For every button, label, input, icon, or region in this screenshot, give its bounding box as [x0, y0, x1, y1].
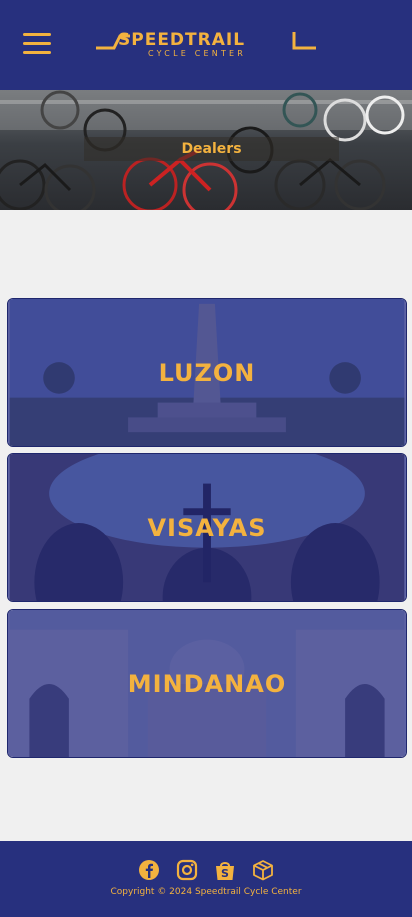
region-label-luzon: LUZON — [158, 358, 256, 387]
region-card-mindanao[interactable]: MINDANAO — [7, 609, 407, 758]
logo-tagline-text: CYCLE CENTER — [148, 49, 246, 58]
region-card-luzon[interactable]: LUZON — [7, 298, 407, 447]
shopee-icon[interactable]: S — [213, 858, 237, 882]
box-icon[interactable] — [251, 858, 275, 882]
speedtrail-logo[interactable]: SPEEDTRAIL CYCLE CENTER — [94, 28, 318, 58]
instagram-icon[interactable] — [175, 858, 199, 882]
facebook-icon[interactable] — [137, 858, 161, 882]
region-label-visayas: VISAYAS — [147, 513, 267, 542]
footer: S Copyright © 2024 Speedtrail Cycle Cent… — [0, 841, 412, 917]
logo-brand-text: SPEEDTRAIL — [118, 30, 245, 50]
region-card-visayas[interactable]: VISAYAS — [7, 453, 407, 602]
svg-text:S: S — [221, 867, 229, 880]
region-label-mindanao: MINDANAO — [127, 669, 287, 698]
hamburger-menu-icon[interactable] — [23, 31, 51, 57]
hero-title: Dealers — [84, 137, 339, 161]
top-nav-bar: SPEEDTRAIL CYCLE CENTER — [0, 0, 412, 90]
copyright-text: Copyright © 2024 Speedtrail Cycle Center — [110, 887, 302, 897]
hero-banner: Dealers — [0, 90, 412, 210]
